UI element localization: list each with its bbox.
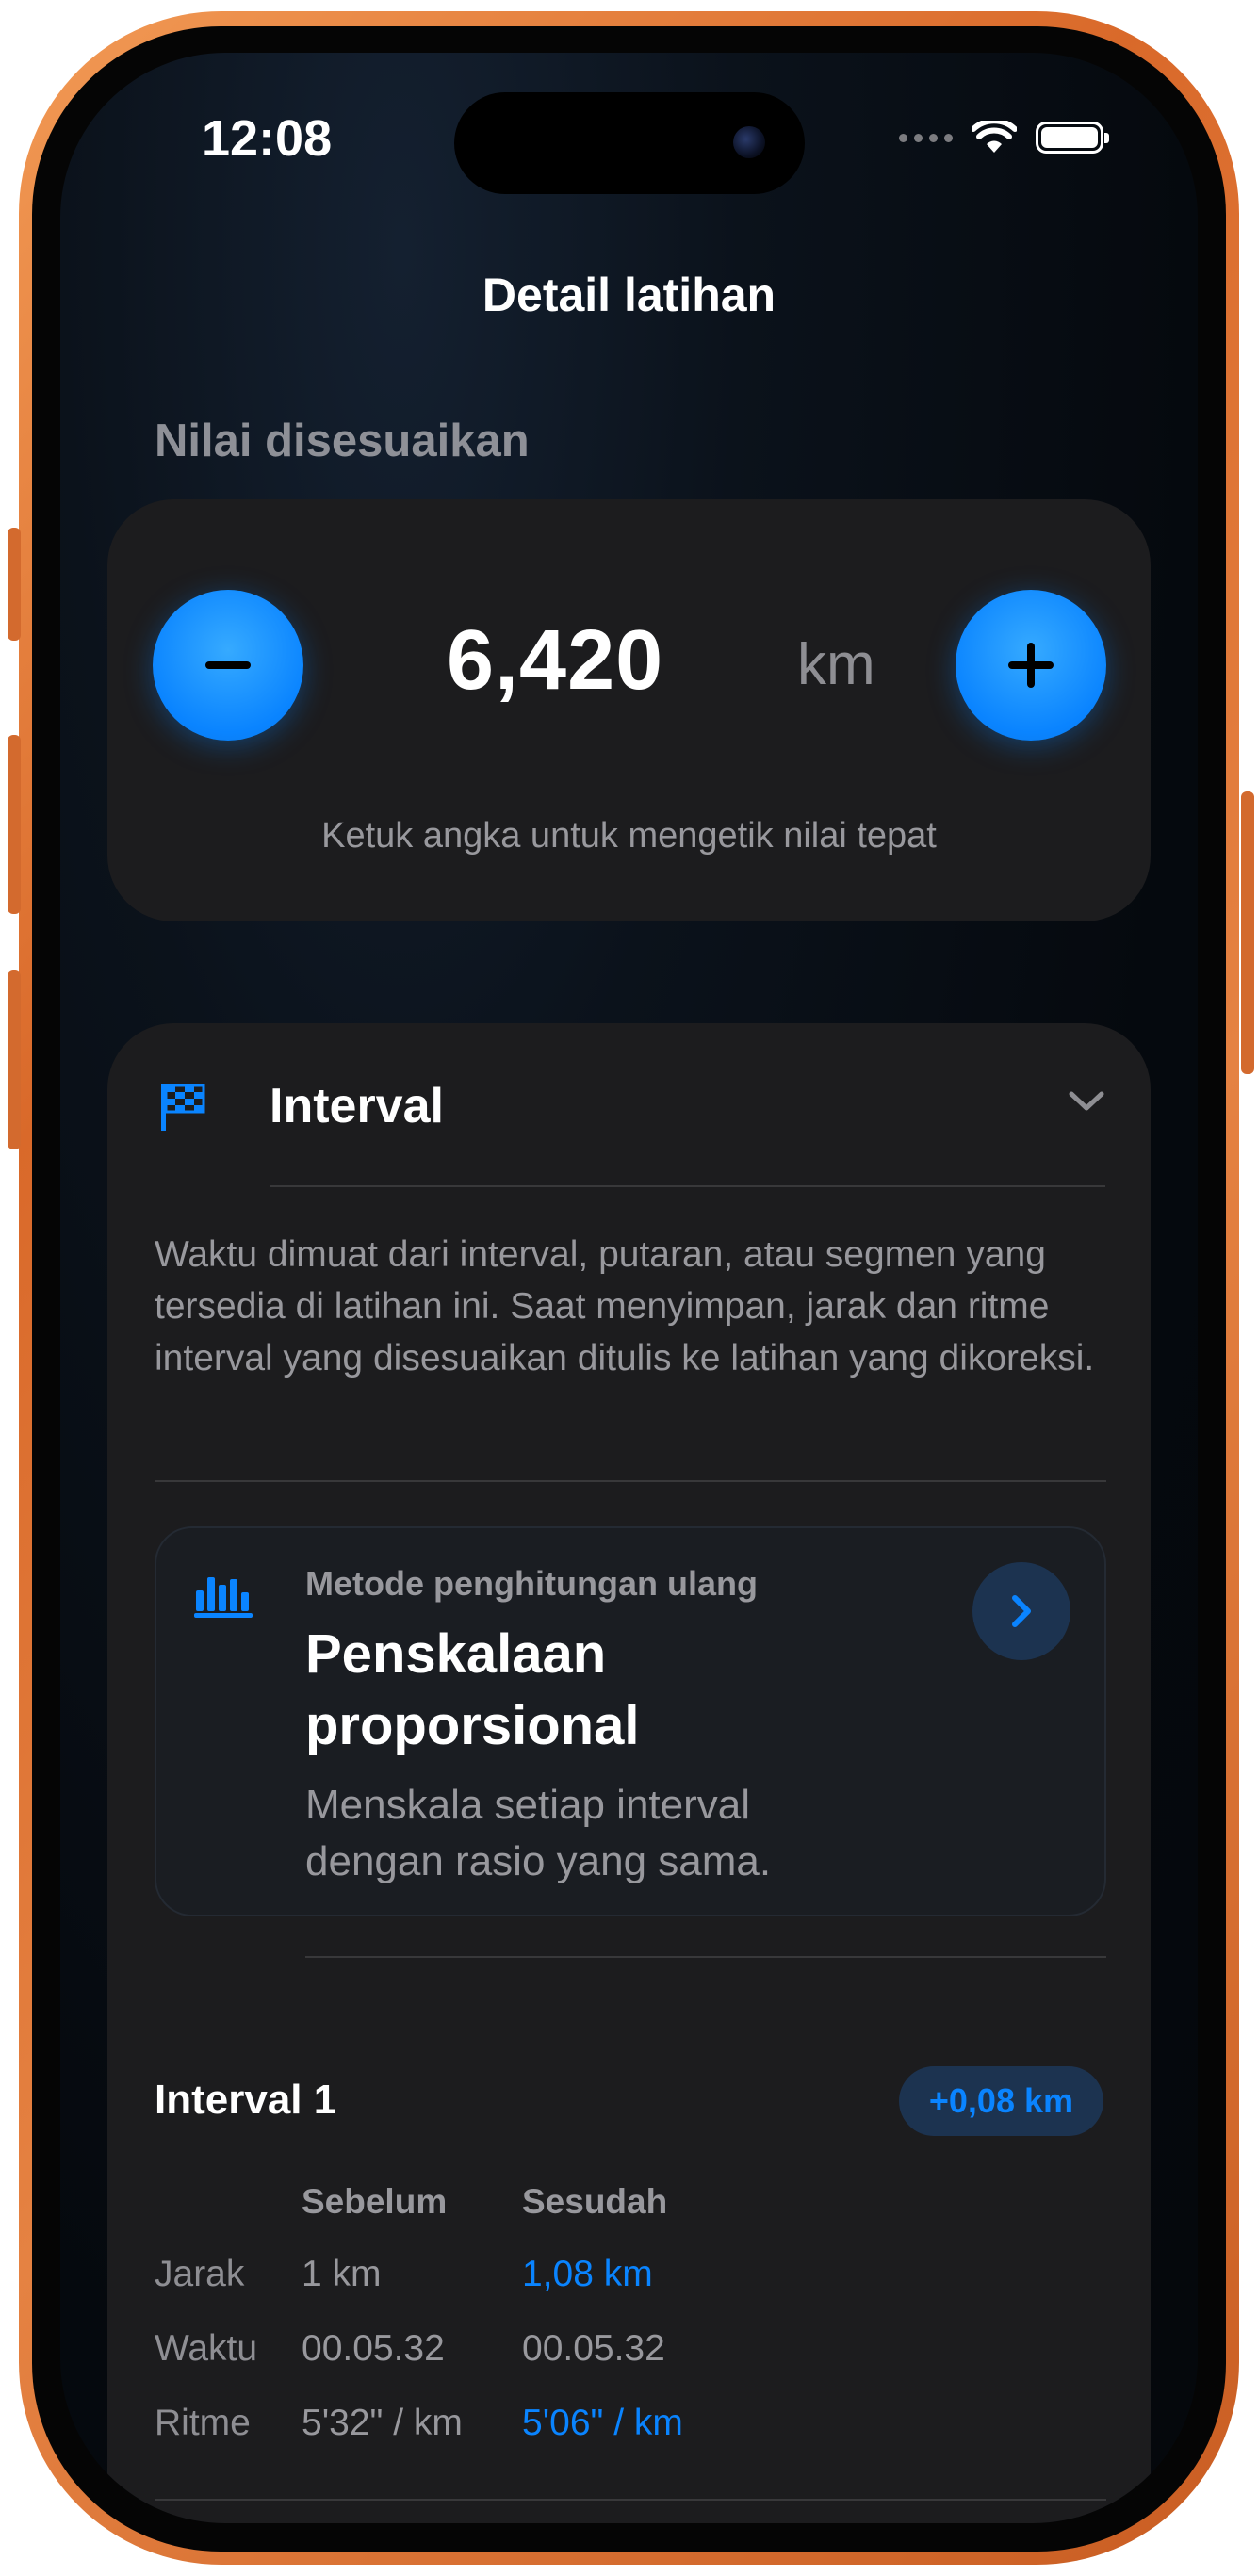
value-adjust-card: 6,420 km Ketuk angka untuk mengetik nila… bbox=[107, 499, 1151, 921]
divider bbox=[155, 1480, 1106, 1482]
interval-section-header[interactable] bbox=[107, 1023, 1151, 1193]
recalc-method-row[interactable]: Metode penghitungan ulang Penskalaan pro… bbox=[155, 1526, 1106, 1916]
decrement-button[interactable] bbox=[153, 590, 303, 741]
distance-after: 1,08 km bbox=[522, 2254, 653, 2294]
wifi-icon bbox=[972, 121, 1017, 153]
time-before: 00.05.32 bbox=[302, 2328, 445, 2369]
interval-description: Waktu dimuat dari interval, putaran, ata… bbox=[155, 1234, 1095, 1378]
front-camera-icon bbox=[733, 126, 765, 158]
row-label-time: Waktu bbox=[155, 2328, 258, 2369]
battery-icon bbox=[1036, 122, 1109, 154]
row-label-distance: Jarak bbox=[155, 2254, 245, 2294]
row-label-pace: Ritme bbox=[155, 2403, 251, 2443]
dynamic-island bbox=[454, 92, 805, 194]
time-after: 00.05.32 bbox=[522, 2328, 665, 2369]
section-label-adjusted: Nilai disesuaikan bbox=[155, 416, 530, 466]
volume-down-button bbox=[8, 970, 21, 1149]
pace-before: 5'32" / km bbox=[302, 2403, 463, 2443]
interval-delta-badge: +0,08 km bbox=[898, 2066, 1103, 2136]
volume-up-button bbox=[8, 735, 21, 914]
method-title: Penskalaan proporsional bbox=[305, 1623, 640, 1756]
plus-icon bbox=[1008, 643, 1054, 688]
method-subtitle: Menskala setiap interval dengan rasio ya… bbox=[305, 1782, 772, 1884]
interval-title: Interval 1 bbox=[155, 2077, 337, 2123]
status-time: 12:08 bbox=[202, 110, 333, 167]
bar-chart-icon bbox=[194, 1577, 253, 1618]
value-input[interactable]: 6,420 bbox=[447, 612, 663, 709]
chevron-right-icon bbox=[1012, 1595, 1031, 1627]
status-indicators bbox=[899, 121, 1109, 155]
divider bbox=[155, 2499, 1106, 2501]
checkered-flag-icon bbox=[161, 1084, 205, 1131]
page-title: Detail latihan bbox=[482, 269, 776, 321]
divider bbox=[270, 1185, 1105, 1187]
column-header-before: Sebelum bbox=[302, 2182, 448, 2221]
column-header-after: Sesudah bbox=[522, 2182, 668, 2221]
power-button bbox=[1241, 791, 1254, 1074]
method-open-button[interactable] bbox=[972, 1562, 1070, 1660]
cellular-signal-icon bbox=[899, 133, 953, 142]
minus-icon bbox=[205, 661, 251, 669]
distance-before: 1 km bbox=[302, 2254, 382, 2294]
increment-button[interactable] bbox=[956, 590, 1106, 741]
method-kicker: Metode penghitungan ulang bbox=[305, 1564, 758, 1603]
value-unit: km bbox=[797, 632, 875, 697]
interval-section-title: Interval bbox=[270, 1079, 444, 1133]
action-button bbox=[8, 528, 21, 641]
screen: 12:08 Detail latihan Nilai disesuaikan 6… bbox=[60, 53, 1198, 2523]
divider bbox=[305, 1956, 1106, 1958]
pace-after: 5'06" / km bbox=[522, 2403, 683, 2443]
chevron-down-icon bbox=[1069, 1091, 1104, 1111]
interval-card: Interval Waktu dimuat dari interval, put… bbox=[107, 1023, 1151, 2523]
value-hint: Ketuk angka untuk mengetik nilai tepat bbox=[321, 816, 937, 856]
